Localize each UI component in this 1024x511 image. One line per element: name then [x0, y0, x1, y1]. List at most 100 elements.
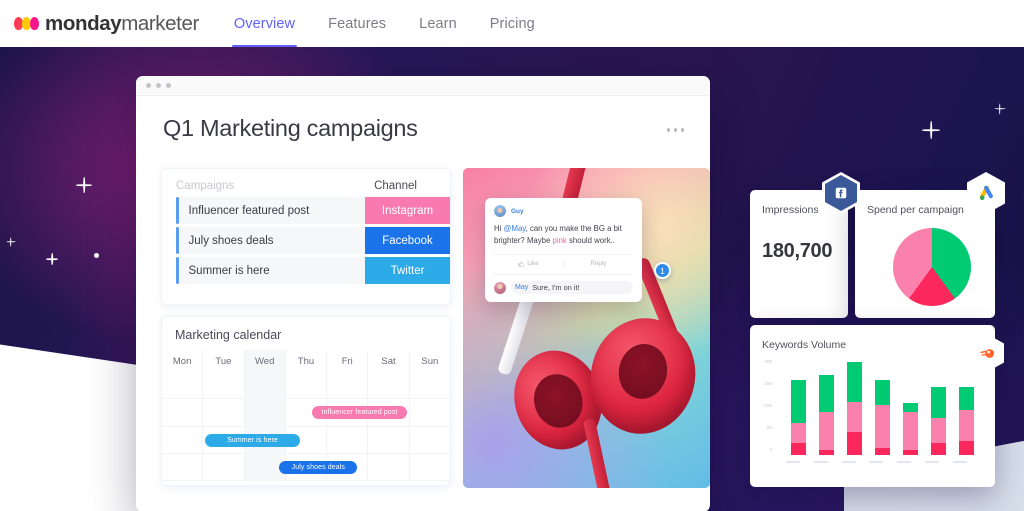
- bar-segment-high: [931, 387, 947, 418]
- bar: [959, 387, 975, 455]
- bar-segment-low: [959, 440, 975, 455]
- monday-dots-icon: [14, 17, 39, 30]
- headphone-cable: [582, 417, 612, 488]
- bar: [903, 403, 919, 455]
- y-axis-tick-label: 200: [764, 359, 772, 364]
- window-dot-minimize[interactable]: [156, 83, 161, 88]
- comment-popup: Guy Hi @May, can you make the BG a bit b…: [485, 198, 642, 302]
- bar-segment-low: [790, 442, 806, 455]
- bar-segment-low: [874, 447, 891, 455]
- calendar-event-pill[interactable]: Summer is here: [205, 433, 300, 447]
- table-row[interactable]: Influencer featured post Instagram: [162, 197, 450, 224]
- bar-segment-medium: [931, 417, 947, 443]
- comment-actions: Like Reply: [494, 254, 633, 267]
- channel-chip[interactable]: Twitter: [365, 257, 450, 284]
- bar-segment-medium: [874, 405, 891, 448]
- calendar-grid: Mon Tue Wed Thu Fri Sat Sun Influencer feature…: [162, 350, 450, 481]
- like-button[interactable]: Like: [494, 260, 564, 267]
- nav-item-overview[interactable]: Overview: [231, 0, 298, 47]
- calendar-day-label: Sun: [421, 355, 439, 367]
- y-axis-tick-label: 150: [764, 381, 772, 386]
- table-row[interactable]: July shoes deals Facebook: [162, 227, 450, 254]
- reply-button[interactable]: Reply: [564, 260, 633, 267]
- channel-chip[interactable]: Facebook: [365, 227, 450, 254]
- reply-bubble[interactable]: May Sure, I'm on it!: [511, 281, 633, 294]
- comment-count-badge[interactable]: 1: [654, 262, 671, 279]
- facebook-icon[interactable]: [822, 172, 860, 214]
- brand-name-bold: monday: [45, 11, 122, 35]
- keywords-volume-card: Keywords Volume 200 150 100 50 0: [750, 325, 995, 487]
- star-icon: [46, 253, 58, 265]
- table-row[interactable]: Summer is here Twitter: [162, 257, 450, 284]
- comment-text: Hi @May, can you make the BG a bit brigh…: [494, 223, 633, 247]
- campaign-name: Influencer featured post: [178, 197, 365, 224]
- bar-segment-medium: [903, 412, 919, 450]
- bar: [790, 380, 806, 455]
- y-axis-tick-label: 100: [764, 403, 772, 408]
- bar-segment-high: [846, 362, 862, 402]
- window-dot-maximize[interactable]: [166, 83, 171, 88]
- bar-segment-low: [846, 431, 862, 455]
- bar: [818, 374, 834, 455]
- marketing-calendar-panel: Marketing calendar Mon Tue Wed Thu Fri Sat Sun…: [161, 316, 451, 486]
- dot: [666, 128, 670, 132]
- semrush-icon[interactable]: [970, 334, 1004, 372]
- calendar-day-column[interactable]: Mon: [162, 350, 204, 481]
- calendar-day-label: Mon: [172, 355, 192, 367]
- top-navigation-bar: mondaymarketer Overview Features Learn P…: [0, 0, 1024, 47]
- comment-prefix: Hi: [494, 224, 504, 233]
- avatar: [494, 205, 506, 217]
- brand-logo[interactable]: mondaymarketer: [14, 12, 199, 36]
- bar: [874, 380, 891, 455]
- star-icon: [922, 121, 940, 139]
- page-title: Q1 Marketing campaigns: [163, 115, 418, 141]
- bar-segment-medium: [790, 422, 806, 443]
- reply-message: Sure, I'm on it!: [532, 283, 580, 292]
- campaigns-header-row: Campaigns Channel: [162, 169, 450, 197]
- browser-title-bar: [136, 76, 710, 96]
- nav-item-features[interactable]: Features: [328, 0, 386, 47]
- bar: [846, 362, 862, 455]
- star-icon: [994, 103, 1005, 114]
- campaigns-panel: Campaigns Channel Influencer featured po…: [161, 168, 451, 305]
- calendar-day-column[interactable]: Wed: [244, 350, 286, 481]
- column-header-channel: Channel: [374, 180, 417, 192]
- more-options-icon[interactable]: [666, 128, 684, 132]
- star-icon: [6, 237, 15, 246]
- calendar-day-label: Thu: [297, 355, 315, 367]
- window-dot-close[interactable]: [146, 83, 151, 88]
- reply-label: Reply: [590, 260, 607, 267]
- x-axis-tick: [925, 461, 939, 463]
- x-axis-tick: [897, 461, 912, 463]
- calendar-day-label: Fri: [341, 355, 353, 367]
- dot: [673, 128, 677, 132]
- comment-author-row: Guy: [494, 205, 633, 217]
- calendar-event-pill[interactable]: Influencer featured post: [312, 406, 407, 420]
- comment-reply-row: May Sure, I'm on it!: [494, 274, 633, 294]
- spend-pie-chart: [893, 228, 971, 306]
- x-axis-tick: [813, 461, 828, 463]
- reply-author-name: May: [515, 284, 529, 291]
- nav-item-learn[interactable]: Learn: [419, 0, 457, 47]
- x-axis-tick: [786, 461, 800, 463]
- like-label: Like: [527, 260, 539, 267]
- bar-segment-high: [790, 380, 806, 423]
- campaign-name: July shoes deals: [178, 227, 365, 254]
- channel-chip[interactable]: Instagram: [365, 197, 450, 224]
- comment-mention[interactable]: @May: [504, 224, 526, 233]
- bar-segment-high: [903, 403, 919, 413]
- nav-item-pricing[interactable]: Pricing: [490, 0, 535, 47]
- bar-segment-medium: [846, 401, 862, 432]
- calendar-day-column[interactable]: Tue: [203, 350, 245, 481]
- calendar-day-column[interactable]: Sun: [410, 350, 450, 481]
- star-icon: [76, 177, 92, 193]
- calendar-day-label: Sat: [381, 355, 396, 367]
- bar-segment-low: [931, 442, 947, 455]
- bar-segment-high: [818, 374, 834, 413]
- calendar-event-pill[interactable]: July shoes deals: [279, 460, 358, 474]
- calendar-day-label: Wed: [255, 355, 275, 367]
- keywords-bar-chart: 200 150 100 50 0: [764, 357, 981, 465]
- column-header-campaigns: Campaigns: [176, 180, 235, 192]
- bar: [931, 387, 947, 455]
- google-ads-icon[interactable]: [967, 172, 1005, 214]
